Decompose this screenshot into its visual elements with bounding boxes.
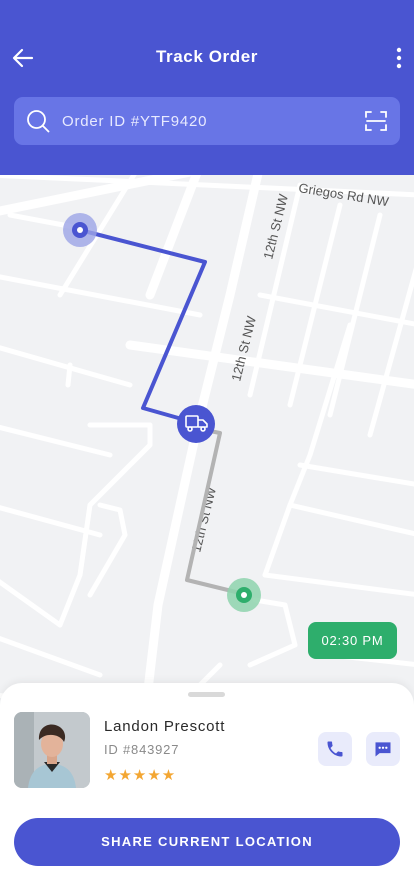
page-title: Track Order <box>155 47 259 66</box>
scan-icon[interactable] <box>364 109 388 133</box>
phone-icon <box>327 741 343 757</box>
driver-name: Landon Prescott <box>104 718 226 735</box>
sheet-drag-handle[interactable] <box>188 692 225 697</box>
chat-icon <box>375 742 391 757</box>
avatar <box>14 712 90 788</box>
rating-stars: ★★★★★ <box>104 767 177 784</box>
driver-id: ID #843927 <box>104 742 180 757</box>
call-driver-button[interactable] <box>318 732 352 766</box>
eta-badge: 02:30 PM <box>308 622 397 659</box>
search-icon <box>27 110 50 133</box>
more-button[interactable] <box>392 44 406 72</box>
driver-info-sheet: Landon Prescott ID #843927 ★★★★★ SHARE C… <box>0 683 414 896</box>
delivery-vehicle-marker[interactable] <box>177 405 215 443</box>
message-driver-button[interactable] <box>366 732 400 766</box>
order-search-bar <box>14 97 400 145</box>
destination-marker[interactable] <box>227 578 261 612</box>
header: Track Order <box>0 0 414 175</box>
map-view[interactable]: Griegos Rd NW 12th St NW 12th St NW 12th… <box>0 175 414 705</box>
more-vertical-icon <box>396 47 402 69</box>
order-search-input[interactable] <box>62 97 352 145</box>
origin-marker[interactable] <box>63 213 97 247</box>
share-location-button[interactable]: SHARE CURRENT LOCATION <box>14 818 400 866</box>
